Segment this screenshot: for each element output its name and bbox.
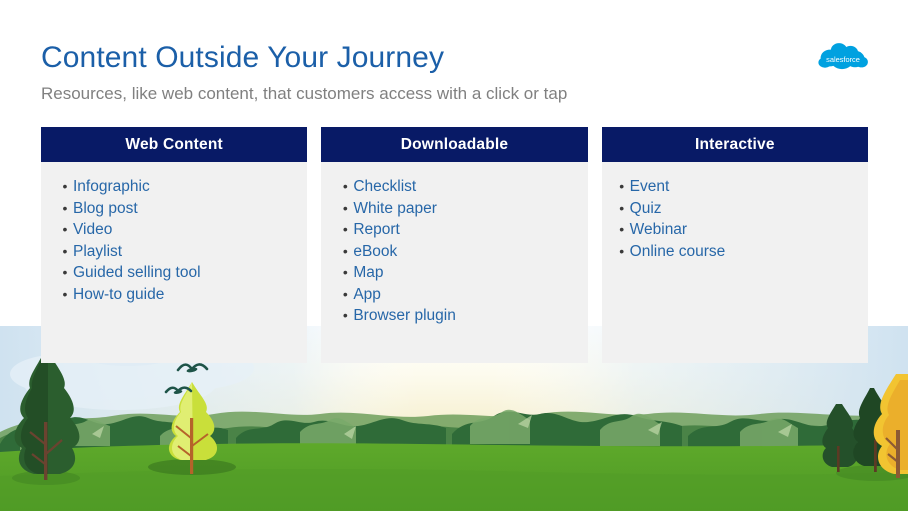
bullet-icon: • [62, 221, 68, 237]
page-header: Content Outside Your Journey Resources, … [41, 38, 567, 106]
card-web-content: Web Content • Infographic • Blog post • … [41, 127, 308, 363]
card-body-web-content: • Infographic • Blog post • Video • Play… [41, 162, 307, 363]
list-item-label: White paper [353, 199, 437, 217]
bullet-icon: • [62, 285, 68, 302]
card-body-interactive: • Event • Quiz • Webinar • Online course [602, 162, 868, 363]
card-title: Web Content [125, 135, 223, 153]
bullet-icon: • [342, 307, 348, 323]
bullet-icon: • [619, 178, 625, 194]
list-item[interactable]: • App [337, 284, 587, 306]
list-item[interactable]: • Report [337, 219, 587, 241]
card-title: Downloadable [400, 135, 509, 153]
bullet-icon: • [342, 221, 348, 237]
list-item-label: Video [73, 221, 113, 238]
bullet-icon: • [342, 199, 348, 216]
list-item[interactable]: • Infographic [57, 176, 307, 198]
bullet-icon: • [619, 199, 625, 216]
list-item-label: Blog post [73, 199, 138, 217]
card-interactive: Interactive • Event • Quiz • Webinar • O… [601, 127, 868, 363]
salesforce-wordmark: salesforce [826, 55, 860, 64]
card-header-interactive: Interactive [601, 127, 868, 162]
card-body-downloadable: • Checklist • White paper • Report • eBo… [321, 162, 587, 363]
page-subtitle: Resources, like web content, that custom… [41, 84, 568, 103]
list-item-label: Map [353, 264, 384, 281]
bullet-icon: • [62, 242, 68, 259]
bullet-icon: • [342, 285, 348, 302]
list-item[interactable]: • Playlist [57, 241, 307, 263]
list-item[interactable]: • White paper [337, 198, 587, 220]
bullet-icon: • [342, 264, 348, 280]
page-title: Content Outside Your Journey [41, 41, 445, 74]
bullet-icon: • [619, 242, 625, 259]
card-header-web-content: Web Content [41, 127, 308, 162]
content-list-interactive: • Event • Quiz • Webinar • Online course [602, 176, 868, 262]
list-item-label: Report [353, 221, 400, 238]
list-item[interactable]: • How-to guide [57, 284, 307, 306]
list-item-label: App [353, 285, 381, 303]
list-item-label: Guided selling tool [73, 264, 201, 281]
list-item[interactable]: • Blog post [57, 198, 307, 220]
list-item-label: Quiz [629, 199, 662, 217]
card-title: Interactive [694, 135, 775, 153]
list-item[interactable]: • eBook [337, 241, 587, 263]
card-downloadable: Downloadable • Checklist • White paper •… [321, 127, 588, 363]
list-item-label: Online course [629, 242, 726, 260]
content-list-web-content: • Infographic • Blog post • Video • Play… [41, 176, 307, 305]
content-list-downloadable: • Checklist • White paper • Report • eBo… [321, 176, 587, 327]
salesforce-cloud-icon: salesforce [818, 43, 868, 70]
list-item[interactable]: • Map [337, 262, 587, 284]
list-item-label: Webinar [629, 221, 688, 238]
bullet-icon: • [342, 178, 348, 194]
list-item-label: How-to guide [73, 285, 165, 303]
list-item[interactable]: • Webinar [614, 219, 868, 241]
card-header-downloadable: Downloadable [321, 127, 588, 162]
list-item[interactable]: • Online course [614, 241, 868, 263]
list-item[interactable]: • Checklist [337, 176, 587, 198]
content-category-cards: Web Content • Infographic • Blog post • … [41, 127, 868, 363]
list-item-label: Event [629, 178, 670, 195]
list-item-label: Browser plugin [353, 307, 456, 324]
bullet-icon: • [62, 199, 68, 216]
list-item[interactable]: • Guided selling tool [57, 262, 307, 284]
bullet-icon: • [62, 178, 68, 194]
bullet-icon: • [342, 242, 348, 259]
list-item-label: Playlist [73, 242, 123, 260]
list-item[interactable]: • Video [57, 219, 307, 241]
list-item-label: eBook [353, 242, 398, 260]
list-item-label: Infographic [73, 178, 150, 195]
salesforce-logo: salesforce [817, 38, 873, 78]
list-item[interactable]: • Event [614, 176, 868, 198]
slide: Content Outside Your Journey Resources, … [0, 0, 908, 511]
list-item[interactable]: • Quiz [614, 198, 868, 220]
list-item-label: Checklist [353, 178, 417, 195]
bullet-icon: • [619, 221, 625, 237]
list-item[interactable]: • Browser plugin [337, 305, 587, 327]
bullet-icon: • [62, 264, 68, 280]
